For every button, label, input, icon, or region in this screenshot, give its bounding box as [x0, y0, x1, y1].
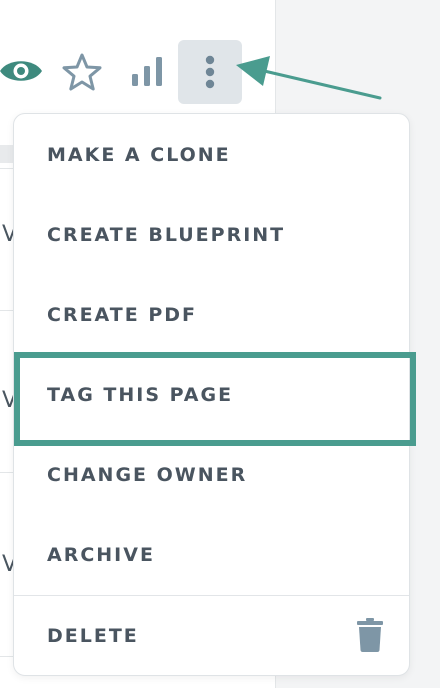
menu-item-label: CHANGE OWNER [47, 464, 248, 486]
more-vertical-icon [205, 55, 215, 89]
menu-item-label: ARCHIVE [47, 544, 155, 566]
trash-icon [357, 618, 383, 652]
annotation-arrow [236, 56, 382, 100]
menu-item-label: TAG THIS PAGE [47, 384, 234, 406]
menu-item-label: MAKE A CLONE [47, 144, 231, 166]
menu-item-archive[interactable]: ARCHIVE [14, 515, 409, 595]
menu-item-make-clone[interactable]: MAKE A CLONE [14, 115, 409, 195]
bar-chart-icon [132, 57, 162, 86]
analytics-button[interactable] [124, 48, 170, 94]
menu-item-create-blueprint[interactable]: CREATE BLUEPRINT [14, 195, 409, 275]
watch-button[interactable] [0, 50, 42, 92]
menu-item-change-owner[interactable]: CHANGE OWNER [14, 435, 409, 515]
eye-icon [0, 61, 42, 81]
menu-item-delete[interactable]: DELETE [14, 596, 409, 676]
menu-item-tag-page[interactable]: TAG THIS PAGE [14, 355, 409, 435]
menu-item-label: DELETE [47, 625, 139, 647]
menu-item-label: CREATE PDF [47, 304, 198, 326]
options-menu: MAKE A CLONE CREATE BLUEPRINT CREATE PDF… [13, 113, 410, 676]
menu-item-label: CREATE BLUEPRINT [47, 224, 286, 246]
star-icon [62, 53, 102, 91]
menu-item-create-pdf[interactable]: CREATE PDF [14, 275, 409, 355]
favorite-button[interactable] [58, 48, 106, 96]
